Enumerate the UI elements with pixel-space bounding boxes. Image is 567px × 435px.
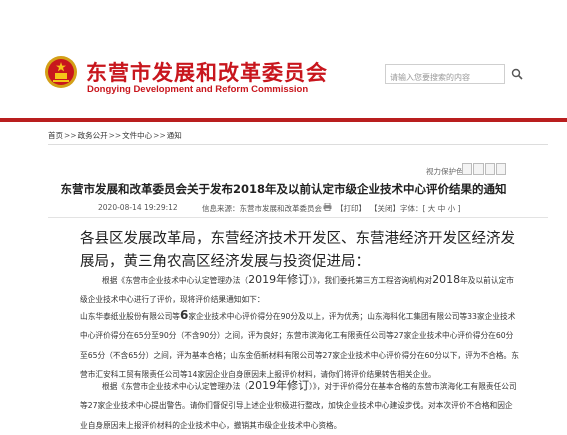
- p2-text: 家企业技术中心评价得分在90分及以上，评为优秀；山东海科化工集团有限公司等33家…: [80, 312, 519, 380]
- article-datetime: 2020-08-14 19:29:12: [98, 203, 178, 212]
- breadcrumb-center[interactable]: 文件中心: [122, 131, 152, 140]
- breadcrumb-separator: >>: [153, 131, 166, 140]
- breadcrumb-home[interactable]: 首页: [48, 131, 63, 140]
- divider: [48, 217, 548, 218]
- font-size-control[interactable]: 字体：[ 大 中 小 ]: [400, 203, 460, 214]
- article-title: 东营市发展和改革委员会关于发布2018年及以前认定市级企业技术中心评价结果的通知: [60, 182, 507, 196]
- p3-year-text: 2019年修订: [248, 379, 310, 392]
- breadcrumb: 首页>>政务公开>>文件中心>>通知: [48, 130, 183, 141]
- search-icon: [511, 68, 523, 80]
- site-title[interactable]: 东营市发展和改革委员会: [86, 57, 328, 87]
- p1-year-number: 2018: [432, 273, 461, 286]
- national-emblem-icon[interactable]: [44, 55, 78, 89]
- p2-text: 山东华泰纸业股份有限公司等: [80, 312, 180, 321]
- print-link[interactable]: 【打印】: [336, 203, 366, 214]
- search-input[interactable]: [386, 69, 504, 86]
- eye-protection-label: 视力保护色: [426, 167, 464, 176]
- article-paragraph: 根据《东营市企业技术中心认定管理办法（2019年修订）》，对于评价得分在基本合格…: [80, 376, 520, 435]
- color-option[interactable]: [473, 163, 484, 175]
- color-switcher: [462, 163, 506, 175]
- article-paragraph: 根据《东营市企业技术中心认定管理办法（2019年修订）》，我们委托第三方工程咨询…: [80, 270, 520, 310]
- color-option[interactable]: [484, 163, 495, 175]
- site-subtitle: Dongying Development and Reform Commissi…: [87, 84, 309, 95]
- color-option[interactable]: [462, 163, 473, 175]
- breadcrumb-open[interactable]: 政务公开: [78, 131, 108, 140]
- p1-year-text: 2019年修订: [248, 273, 310, 286]
- divider: [48, 144, 548, 145]
- p3-text: 根据《东营市企业技术中心认定管理办法（: [102, 382, 249, 391]
- article-paragraph: 山东华泰纸业股份有限公司等6家企业技术中心评价得分在90分及以上，评为优秀；山东…: [80, 306, 520, 385]
- printer-icon: [323, 203, 332, 211]
- search-box: [385, 64, 505, 86]
- article-source: 信息来源：东营市发展和改革委员会: [202, 204, 322, 213]
- breadcrumb-separator: >>: [64, 131, 77, 140]
- p1-text: ）》，我们委托第三方工程咨询机构对: [309, 276, 433, 285]
- search-button[interactable]: [507, 64, 527, 84]
- article-salutation: 各县区发展改革局，东营经济技术开发区、东营港经济开发区经济发展局，黄三角农高区经…: [80, 231, 515, 270]
- site-header: 东营市发展和改革委员会 Dongying Development and Ref…: [0, 0, 567, 118]
- breadcrumb-separator: >>: [108, 131, 122, 140]
- close-link[interactable]: 【关闭】: [370, 203, 400, 214]
- nav-bar: [0, 118, 567, 122]
- breadcrumb-notice[interactable]: 通知: [167, 131, 182, 140]
- color-option[interactable]: [495, 163, 506, 175]
- p1-text: 根据《东营市企业技术中心认定管理办法（: [102, 276, 249, 285]
